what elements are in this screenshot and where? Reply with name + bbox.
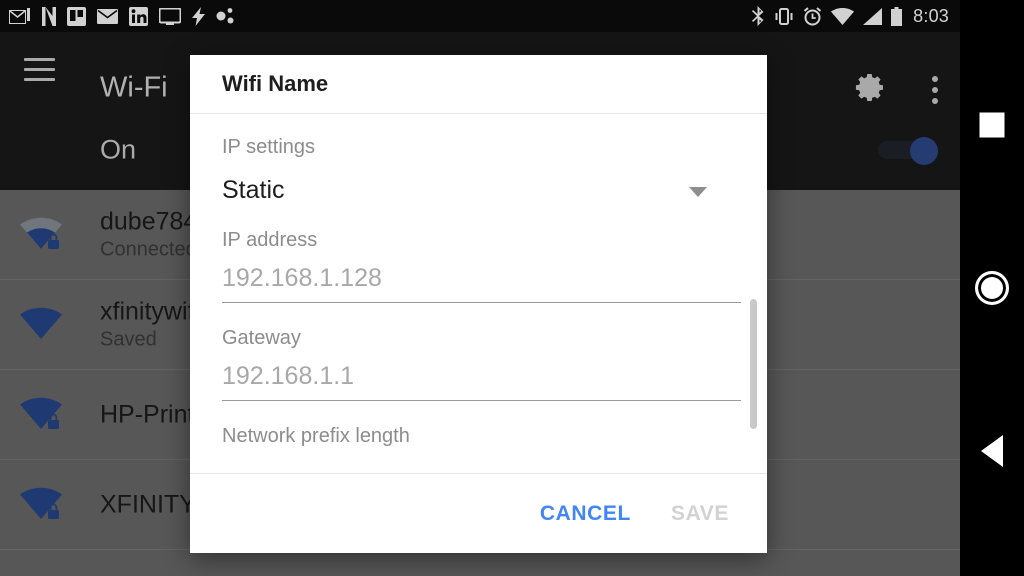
- dialog-body: IP settings Static IP address 192.168.1.…: [190, 114, 767, 474]
- dialog-title: Wifi Name: [190, 55, 767, 114]
- chevron-down-icon: [689, 187, 707, 197]
- save-button: SAVE: [665, 494, 735, 534]
- status-bar: 8:03: [0, 0, 960, 32]
- ip-address-input[interactable]: 192.168.1.128: [222, 264, 741, 303]
- toggle-knob: [910, 137, 938, 165]
- status-bar-clock: 8:03: [913, 5, 949, 26]
- mail-icon: [97, 8, 118, 24]
- list-item-text: XFINITY: [100, 490, 196, 519]
- wifi-toggle[interactable]: [878, 137, 938, 165]
- gmail-icon: [9, 7, 31, 25]
- ip-settings-dialog: Wifi Name IP settings Static IP address …: [190, 55, 767, 553]
- scatter-icon: [216, 7, 235, 25]
- alarm-icon: [803, 6, 822, 26]
- wifi-signal-lock-icon: [18, 485, 64, 525]
- gateway-value: 192.168.1.1: [222, 362, 355, 390]
- battery-icon: [891, 6, 903, 26]
- bluetooth-icon: [752, 6, 765, 26]
- phone-viewport: 8:03 Wi-Fi On dube784 Connected xfinityw…: [0, 0, 960, 576]
- triangle-back-icon[interactable]: [981, 435, 1003, 467]
- network-ssid: XFINITY: [100, 490, 196, 519]
- gear-icon[interactable]: [855, 72, 887, 109]
- cast-screen-icon: [159, 7, 181, 25]
- trello-icon: [67, 6, 86, 26]
- cancel-button[interactable]: CANCEL: [534, 494, 637, 534]
- list-item-text: xfinitywif Saved: [100, 297, 194, 352]
- dialog-scrollbar[interactable]: [750, 299, 757, 429]
- page-title: Wi-Fi: [100, 71, 168, 104]
- more-vertical-icon[interactable]: [932, 76, 938, 104]
- wifi-icon: [831, 7, 855, 25]
- network-prefix-length-label: Network prefix length: [222, 425, 410, 447]
- vibrate-icon: [774, 7, 794, 25]
- ip-settings-dropdown[interactable]: Static: [222, 176, 735, 205]
- gateway-label: Gateway: [222, 327, 301, 349]
- dialog-button-bar: CANCEL SAVE: [190, 474, 767, 553]
- hamburger-icon[interactable]: [24, 58, 55, 82]
- network-ssid: HP-Print-: [100, 400, 203, 429]
- device-screen: 8:03 Wi-Fi On dube784 Connected xfinityw…: [0, 0, 1024, 576]
- ip-address-label: IP address: [222, 229, 318, 251]
- wifi-signal-icon: [18, 305, 64, 345]
- network-status: Saved: [100, 328, 157, 351]
- cell-signal-icon: [863, 7, 883, 25]
- netflix-icon: [42, 6, 56, 26]
- network-ssid: xfinitywif: [100, 297, 195, 326]
- flash-icon: [192, 6, 205, 26]
- list-item-text: HP-Print-: [100, 400, 203, 429]
- navigation-bar: [960, 0, 1024, 576]
- ip-address-value: 192.168.1.128: [222, 264, 382, 292]
- status-bar-system: 8:03: [752, 6, 960, 27]
- linkedin-icon: [129, 6, 148, 26]
- list-item-text: dube784 Connected: [100, 207, 197, 262]
- square-recents-icon[interactable]: [979, 112, 1005, 138]
- wifi-state-label: On: [100, 134, 137, 165]
- ip-settings-label: IP settings: [222, 136, 316, 158]
- circle-home-icon[interactable]: [975, 271, 1009, 305]
- status-bar-notifications: [0, 6, 235, 26]
- wifi-signal-lock-icon: [18, 395, 64, 435]
- wifi-signal-lock-icon: [18, 215, 64, 255]
- ip-settings-value: Static: [222, 176, 285, 204]
- gateway-input[interactable]: 192.168.1.1: [222, 362, 741, 401]
- network-status: Connected: [100, 238, 197, 261]
- network-ssid: dube784: [100, 207, 198, 236]
